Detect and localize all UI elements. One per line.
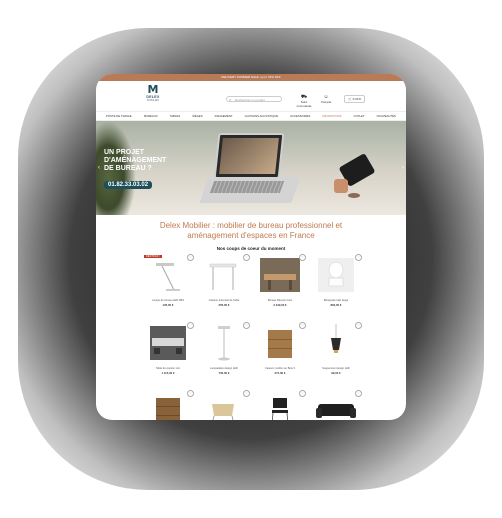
sale-badge: DÉSTOCK ! [144, 255, 162, 258]
order-tracking-button[interactable]: ⛟ Suivi commande [296, 94, 312, 108]
hero-banner[interactable]: UN PROJET D'AMÉNAGEMENT DE BUREAU ? 01.8… [96, 121, 406, 215]
page-title-line1: Delex Mobilier : mobilier de bureau prof… [159, 221, 343, 230]
heart-icon[interactable]: ♡ [187, 322, 194, 329]
nav-item-tables[interactable]: TABLES [170, 114, 181, 118]
heart-icon[interactable]: ♡ [243, 254, 250, 261]
hero-title-line3: DE BUREAU ? [104, 165, 152, 172]
product-card[interactable]: ♡ Lampadaire design LED 735,00 € [198, 322, 250, 386]
product-price: 99,00 € [331, 371, 341, 375]
cart-icon: 🛒 [348, 97, 352, 101]
table-image [198, 254, 250, 296]
mug-image [334, 179, 348, 193]
product-name: Table de réunion noir [155, 367, 181, 370]
product-name: Suspension design LED [322, 367, 350, 370]
nav-item-nouveautes[interactable]: NOUVEAUTÉS [377, 114, 396, 118]
cart-button[interactable]: 🛒 0,00 € [344, 95, 365, 103]
laptop-image [213, 133, 285, 179]
hero-phone-button[interactable]: 01.82.33.03.02 [104, 181, 153, 189]
meeting-table-image [254, 254, 306, 296]
logo-subtext: MOBILIER [147, 99, 159, 102]
heart-icon[interactable]: ♡ [243, 322, 250, 329]
drawer-cabinet-image [254, 322, 306, 364]
hero-title: UN PROJET D'AMÉNAGEMENT DE BUREAU ? [104, 149, 166, 173]
search-input[interactable]: ⌕ Rechercher un produit [226, 96, 282, 102]
nav-item-accessoires[interactable]: ACCESSOIRES [290, 114, 310, 118]
product-card[interactable]: ♡ Suspension design LED 99,00 € [310, 322, 362, 386]
nav-item-promotions[interactable]: PROMOTIONS [322, 114, 341, 118]
heart-icon[interactable]: ♡ [187, 254, 194, 261]
page-title-line2: aménagement d'espaces en France [187, 231, 315, 240]
cart-total: 0,00 € [352, 97, 361, 101]
product-card[interactable]: ♡ Caisson d'accueil de Table 255,00 € [198, 254, 250, 318]
browser-screenshot-card: DELIVERY SUMMER SALE: up to 70% OFF M DE… [96, 74, 406, 420]
chair-image [310, 254, 362, 296]
heart-icon[interactable]: ♡ [187, 390, 194, 397]
header-icons: ⛟ Suivi commande ☺ Compte [296, 94, 334, 108]
product-card[interactable]: ♡ Bureau Réunion bois 2 349,00 € [254, 254, 306, 318]
product-card[interactable]: ♡ Banquette toile beige 884,00 € [310, 254, 362, 318]
desk-lamp-image [142, 254, 194, 296]
product-card[interactable]: DÉSTOCK ! ♡ Lampe de bureau LED ABS 105,… [142, 254, 194, 318]
product-price: 255,00 € [218, 303, 230, 307]
product-name: Bureau Réunion bois [267, 299, 293, 302]
product-price: 2 349,00 € [273, 303, 287, 307]
product-price: 735,00 € [218, 371, 230, 375]
product-card[interactable]: ♡ [310, 390, 362, 420]
nav-item-sieges[interactable]: SIÈGES [192, 114, 202, 118]
heart-icon[interactable]: ♡ [299, 322, 306, 329]
search-placeholder: Rechercher un produit [235, 98, 265, 102]
product-price: 1 115,00 € [161, 371, 175, 375]
site-header: M DELEX MOBILIER ⌕ Rechercher un produit… [96, 81, 406, 111]
chevron-left-icon[interactable]: ‹ [98, 165, 100, 171]
product-name: Banquette toile beige [323, 299, 349, 302]
heart-icon[interactable]: ♡ [355, 322, 362, 329]
hero-title-line2: D'AMÉNAGEMENT [104, 157, 167, 164]
product-name: Caisson d'accueil de Table [208, 299, 240, 302]
product-name: Lampadaire design LED [210, 367, 238, 370]
heart-icon[interactable]: ♡ [299, 390, 306, 397]
product-name: Lampe de bureau LED ABS [152, 299, 184, 302]
product-card[interactable]: ♡ Caisson mobile sur Bois 3 374,00 € [254, 322, 306, 386]
meeting-room-image [142, 322, 194, 364]
product-price: 884,00 € [330, 303, 342, 307]
heart-icon[interactable]: ♡ [355, 390, 362, 397]
heart-icon[interactable]: ♡ [355, 254, 362, 261]
page-title: Delex Mobilier : mobilier de bureau prof… [96, 221, 406, 241]
account-button[interactable]: ☺ Compte [318, 94, 334, 108]
coaster-image [348, 193, 360, 198]
chevron-right-icon[interactable]: › [402, 165, 404, 171]
heart-icon[interactable]: ♡ [243, 390, 250, 397]
nav-item-cloisons[interactable]: CLOISONS ACOUSTIQUE [245, 114, 279, 118]
product-price: 374,00 € [274, 371, 286, 375]
pendant-lamp-image [310, 322, 362, 364]
section-subheading: Nos coups de coeur du moment [216, 246, 286, 251]
logo-icon: M [147, 83, 159, 96]
keyboard [209, 181, 285, 193]
product-price: 105,00 € [162, 303, 174, 307]
nav-item-poste[interactable]: POSTE DE TRAVAIL [106, 114, 132, 118]
product-grid: DÉSTOCK ! ♡ Lampe de bureau LED ABS 105,… [142, 254, 362, 420]
hero-title-line1: UN PROJET [104, 149, 145, 156]
heart-icon[interactable]: ♡ [299, 254, 306, 261]
floor-lamp-image [198, 322, 250, 364]
order-tracking-label: Suivi commande [296, 100, 312, 108]
promo-topbar: DELIVERY SUMMER SALE: up to 70% OFF [96, 74, 406, 81]
nav-item-rangement[interactable]: RANGEMENT [215, 114, 233, 118]
nav-item-outlet[interactable]: OUTLET [354, 114, 365, 118]
product-card[interactable]: ♡ Table de réunion noir 1 115,00 € [142, 322, 194, 386]
search-icon: ⌕ [229, 97, 232, 102]
account-label: Compte [320, 100, 332, 104]
nav-item-bureaux[interactable]: BUREAUX [144, 114, 158, 118]
product-card[interactable]: ♡ [198, 390, 250, 420]
product-card[interactable]: ♡ [142, 390, 194, 420]
main-nav: POSTE DE TRAVAIL BUREAUX TABLES SIÈGES R… [96, 111, 406, 121]
logo[interactable]: M DELEX MOBILIER [142, 84, 164, 102]
product-card[interactable]: ♡ [254, 390, 306, 420]
product-name: Caisson mobile sur Bois 3 [265, 367, 295, 370]
